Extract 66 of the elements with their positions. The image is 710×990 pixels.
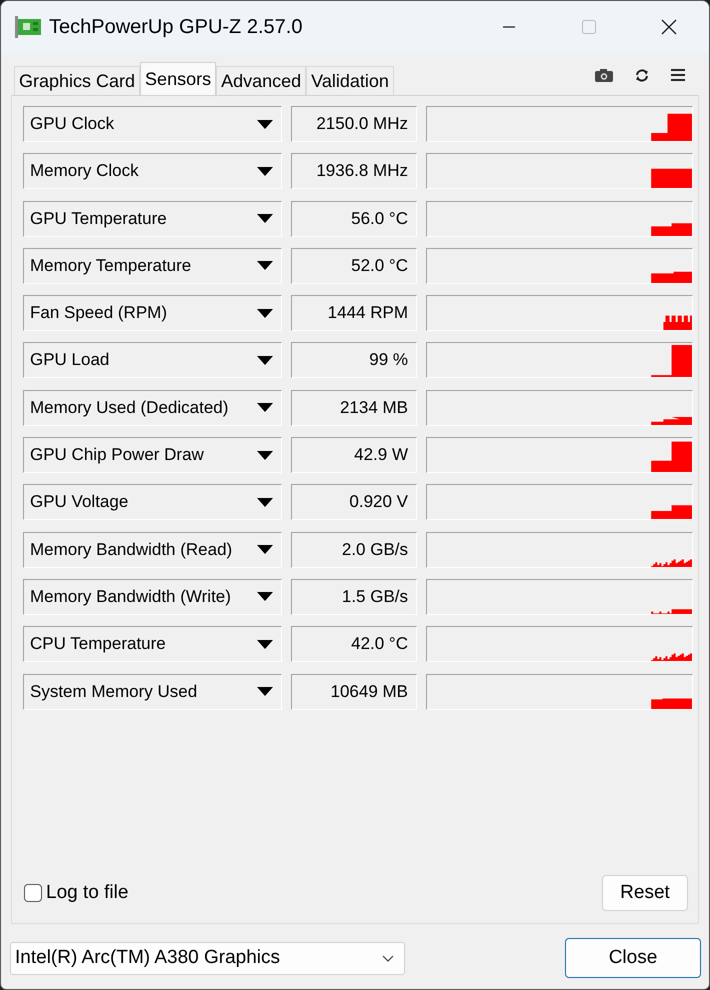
tab[interactable]: Sensors <box>140 62 216 95</box>
graphics-card-icon <box>15 16 41 38</box>
sensor-value: 56.0 °C <box>291 200 417 237</box>
dropdown-arrow-icon <box>257 450 273 460</box>
sensor-dropdown[interactable]: System Memory Used <box>23 674 282 710</box>
sensor-value: 1936.8 MHz <box>291 153 417 190</box>
sensor-graph <box>651 169 692 188</box>
sensor-value: 2134 MB <box>291 390 417 426</box>
sensor-graph <box>651 654 692 662</box>
dropdown-arrow-icon <box>257 687 273 696</box>
sensor-value: 0.920 V <box>291 484 417 520</box>
refresh-icon[interactable] <box>635 68 649 82</box>
sensor-value: 2.0 GB/s <box>291 532 417 568</box>
dropdown-arrow-icon <box>257 308 273 318</box>
window-title: TechPowerUp GPU-Z 2.57.0 <box>49 16 302 38</box>
log-checkbox[interactable] <box>24 884 42 902</box>
dropdown-arrow-icon <box>257 356 273 365</box>
sensor-dropdown[interactable]: Memory Bandwidth (Read) <box>23 532 282 568</box>
dropdown-arrow-icon <box>257 640 273 649</box>
sensor-graph <box>651 442 692 472</box>
sensor-graph <box>651 416 692 425</box>
sensor-value: 1.5 GB/s <box>291 578 417 615</box>
sensor-dropdown[interactable]: Fan Speed (RPM) <box>23 295 282 332</box>
sensor-dropdown[interactable]: GPU Voltage <box>23 484 282 520</box>
close-button[interactable]: Close <box>565 938 701 978</box>
sensor-value: 2150.0 MHz <box>291 106 417 142</box>
menu-icon[interactable] <box>671 68 685 80</box>
sensor-dropdown[interactable]: GPU Load <box>23 342 282 378</box>
sensor-graph <box>651 559 692 567</box>
tab[interactable]: Validation <box>306 66 394 95</box>
dropdown-arrow-icon <box>257 166 273 176</box>
checkbox-label: Log to file <box>46 882 128 904</box>
dropdown-arrow-icon <box>257 261 273 270</box>
sensor-dropdown[interactable]: GPU Chip Power Draw <box>23 437 282 474</box>
tab[interactable]: Advanced <box>216 66 306 95</box>
dropdown-arrow-icon <box>257 545 273 554</box>
sensor-graph <box>651 222 692 236</box>
tab[interactable]: Graphics Card <box>14 66 140 95</box>
dropdown-arrow-icon <box>257 214 273 224</box>
chevron-down-icon <box>382 954 394 962</box>
sensor-dropdown[interactable]: Memory Bandwidth (Write) <box>23 578 282 615</box>
sensor-dropdown[interactable]: GPU Clock <box>23 106 282 142</box>
sensor-dropdown[interactable]: CPU Temperature <box>23 626 282 662</box>
sensor-value: 1444 RPM <box>291 295 417 332</box>
sensor-value: 10649 MB <box>291 674 417 710</box>
sensor-graph <box>651 114 692 141</box>
sensor-value: 99 % <box>291 342 417 378</box>
sensor-graph <box>651 698 692 709</box>
sensor-graph <box>651 609 692 614</box>
reset-button[interactable]: Reset <box>602 875 688 911</box>
dropdown-arrow-icon <box>257 403 273 412</box>
dropdown-arrow-icon <box>257 592 273 602</box>
sensor-dropdown[interactable]: Memory Clock <box>23 153 282 190</box>
sensor-graph <box>651 345 692 378</box>
sensor-graph <box>651 506 692 520</box>
sensor-dropdown[interactable]: GPU Temperature <box>23 200 282 237</box>
sensor-value: 52.0 °C <box>291 248 417 284</box>
dropdown-arrow-icon <box>257 498 273 507</box>
sensor-dropdown[interactable]: Memory Temperature <box>23 248 282 284</box>
sensor-dropdown[interactable]: Memory Used (Dedicated) <box>23 390 282 426</box>
sensor-graph <box>651 272 692 283</box>
sensor-value: 42.0 °C <box>291 626 417 662</box>
dropdown-arrow-icon <box>257 120 273 128</box>
sensor-value: 42.9 W <box>291 437 417 474</box>
camera-icon[interactable] <box>595 68 613 82</box>
device-dropdown[interactable]: Intel(R) Arc(TM) A380 Graphics <box>10 942 405 974</box>
